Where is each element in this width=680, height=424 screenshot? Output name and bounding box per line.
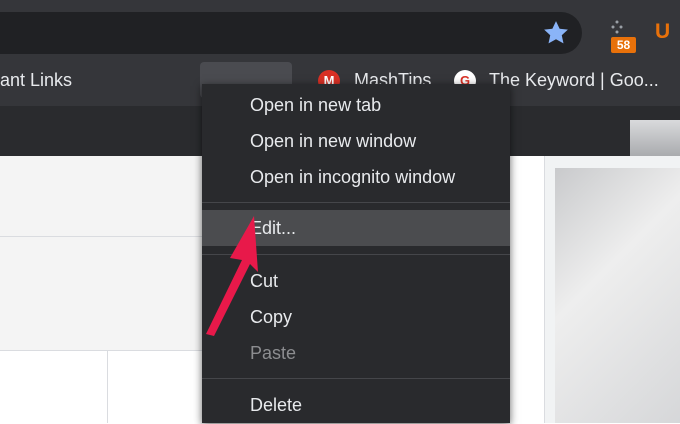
menu-item-open-new-window[interactable]: Open in new window	[202, 123, 510, 159]
bookmark-item[interactable]: ant Links	[0, 62, 72, 98]
divider	[107, 350, 108, 423]
header-image	[630, 120, 680, 156]
menu-item-label: Delete	[250, 395, 303, 415]
menu-item-paste: Paste	[202, 335, 510, 371]
menu-item-label: Open in incognito window	[250, 167, 456, 187]
content-card	[0, 350, 202, 424]
star-icon[interactable]	[541, 18, 571, 48]
divider	[544, 156, 545, 423]
browser-toolbar: 58 U	[0, 0, 680, 62]
divider	[0, 236, 202, 237]
menu-item-open-incognito[interactable]: Open in incognito window	[202, 159, 510, 195]
menu-item-label: Open in new window	[250, 131, 417, 151]
u-extension-icon[interactable]: U	[655, 20, 675, 44]
content-gap	[510, 156, 544, 423]
menu-item-label: Paste	[250, 343, 297, 363]
menu-item-delete[interactable]: Delete	[202, 387, 510, 423]
extension-badge: 58	[611, 37, 636, 53]
menu-separator	[202, 378, 510, 379]
menu-item-open-new-tab[interactable]: Open in new tab	[202, 87, 510, 123]
bookmark-item-keyword[interactable]: The Keyword | Goo...	[489, 62, 659, 98]
menu-separator	[202, 202, 510, 203]
arrow-icon	[206, 216, 258, 336]
address-bar[interactable]	[0, 12, 582, 54]
content-panel	[0, 156, 202, 424]
menu-item-label: Open in new tab	[250, 95, 382, 115]
content-image	[555, 168, 680, 423]
